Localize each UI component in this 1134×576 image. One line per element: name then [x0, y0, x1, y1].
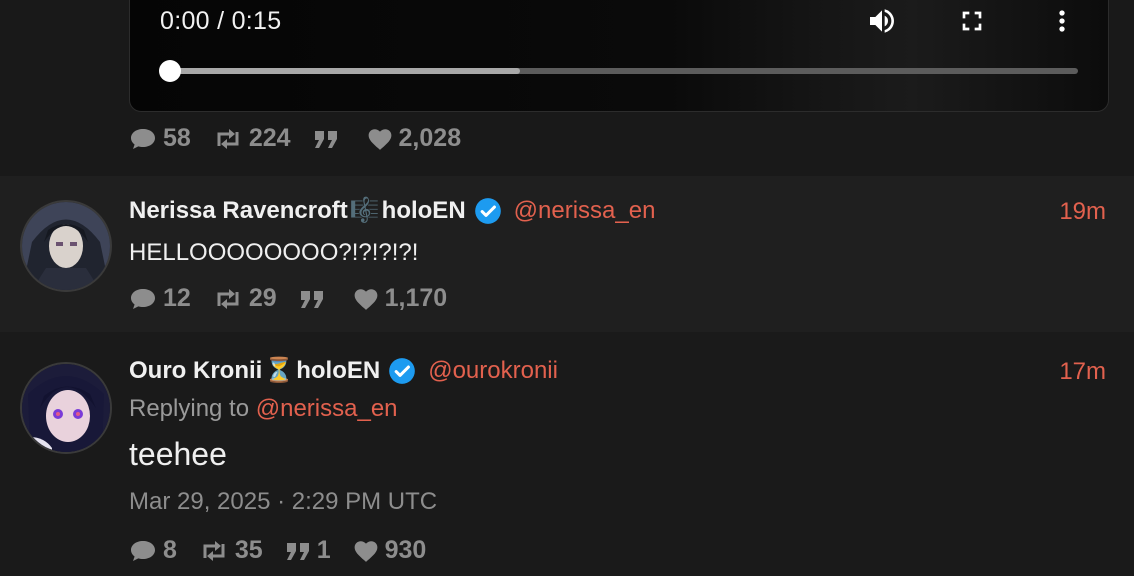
- user-handle[interactable]: @nerissa_en: [514, 197, 656, 225]
- tweet-date[interactable]: Mar 29, 2025 · 2:29 PM UTC: [129, 488, 437, 516]
- retweet-stat[interactable]: 29: [213, 284, 277, 313]
- quote-icon: [300, 290, 323, 308]
- tweet-stats: 12 29 1,170: [129, 284, 469, 313]
- tweet-nerissa[interactable]: Nerissa Ravencroft 🎼 holoEN @nerissa_en …: [0, 176, 1134, 332]
- display-name-suffix[interactable]: holoEN: [382, 197, 466, 225]
- tweet-timestamp[interactable]: 17m: [1059, 358, 1106, 386]
- tweet-video: 0:00 / 0:15 58 224 2,028: [0, 0, 1134, 176]
- quote-stat[interactable]: [313, 127, 345, 151]
- tweet-text: teehee: [129, 436, 227, 472]
- like-stat[interactable]: 2,028: [367, 124, 462, 153]
- tweet-header: Ouro Kronii ⏳ holoEN @ourokronii: [129, 356, 558, 385]
- replying-to: Replying to @nerissa_en: [129, 395, 398, 423]
- volume-icon[interactable]: [866, 5, 898, 42]
- reply-count: 8: [163, 536, 177, 564]
- like-count: 2,028: [398, 124, 462, 152]
- quote-icon: [314, 130, 337, 148]
- retweet-icon: [217, 128, 239, 149]
- more-vertical-icon[interactable]: [1046, 5, 1078, 42]
- tweet-stats: 8 35 1 930: [129, 536, 448, 565]
- verified-badge-icon: [474, 197, 501, 224]
- fullscreen-icon[interactable]: [956, 5, 988, 42]
- like-count: 930: [384, 536, 427, 564]
- comment-icon: [131, 128, 155, 149]
- retweet-count: 29: [248, 284, 277, 312]
- like-stat[interactable]: 1,170: [353, 284, 448, 313]
- reply-stat[interactable]: 8: [129, 536, 177, 565]
- video-progress-track[interactable]: [159, 60, 1078, 82]
- tweet-header: Nerissa Ravencroft 🎼 holoEN @nerissa_en: [129, 196, 655, 225]
- retweet-icon: [203, 540, 225, 561]
- video-player[interactable]: 0:00 / 0:15: [129, 0, 1109, 112]
- display-name[interactable]: Nerissa Ravencroft: [129, 197, 348, 225]
- reply-stat[interactable]: 58: [129, 124, 191, 153]
- heart-icon: [354, 540, 377, 562]
- quote-stat[interactable]: 1: [285, 536, 331, 565]
- retweet-icon: [217, 288, 239, 309]
- quote-stat[interactable]: [299, 287, 331, 311]
- video-progress-handle[interactable]: [159, 60, 181, 82]
- retweet-count: 224: [248, 124, 291, 152]
- user-handle[interactable]: @ourokronii: [428, 357, 558, 385]
- like-count: 1,170: [384, 284, 448, 312]
- tweet-timestamp[interactable]: 19m: [1059, 198, 1106, 226]
- tweet-text: HELLOOOOOOOO?!?!?!?!: [129, 239, 419, 266]
- display-name[interactable]: Ouro Kronii: [129, 357, 262, 385]
- video-buffered-bar: [170, 68, 520, 74]
- avatar[interactable]: [20, 200, 112, 292]
- comment-icon: [131, 288, 155, 309]
- tweet-kronii[interactable]: Ouro Kronii ⏳ holoEN @ourokronii 17m Rep…: [0, 332, 1134, 576]
- replying-to-handle[interactable]: @nerissa_en: [256, 395, 398, 422]
- reply-count: 58: [163, 124, 191, 152]
- display-name-suffix[interactable]: holoEN: [296, 357, 380, 385]
- reply-count: 12: [163, 284, 191, 312]
- retweet-stat[interactable]: 224: [213, 124, 291, 153]
- heart-icon: [368, 128, 391, 150]
- quote-icon: [286, 542, 309, 560]
- verified-badge-icon: [389, 357, 416, 384]
- video-time: 0:00 / 0:15: [160, 7, 282, 35]
- heart-icon: [354, 288, 377, 310]
- retweet-count: 35: [234, 536, 263, 564]
- quote-count: 1: [316, 536, 331, 564]
- like-stat[interactable]: 930: [353, 536, 427, 565]
- avatar[interactable]: [20, 362, 112, 454]
- tweet-stats: 58 224 2,028: [129, 124, 483, 153]
- comment-icon: [131, 540, 155, 561]
- retweet-stat[interactable]: 35: [199, 536, 263, 565]
- replying-to-label: Replying to: [129, 395, 250, 422]
- name-emoji: ⏳: [264, 357, 295, 384]
- reply-stat[interactable]: 12: [129, 284, 191, 313]
- name-emoji: 🎼: [349, 197, 380, 224]
